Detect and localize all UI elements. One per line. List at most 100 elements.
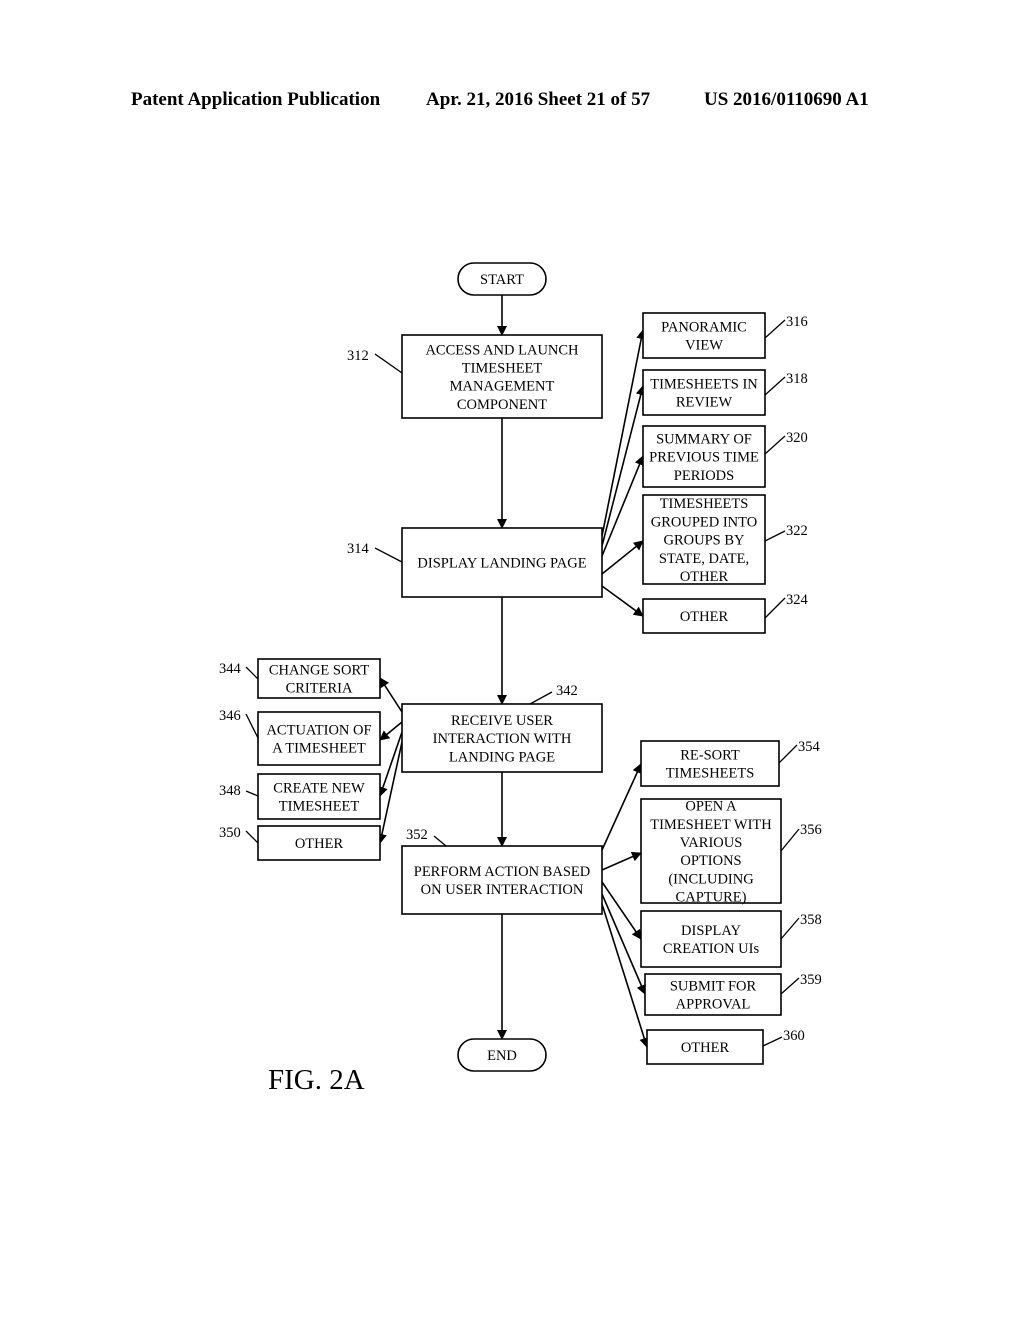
leader-line-358 (780, 917, 800, 940)
leader-line-350 (245, 830, 259, 844)
node-label-line: VARIOUS (680, 835, 743, 851)
leader-line-322 (764, 530, 786, 542)
arrow-n352-to-n358 (601, 881, 642, 940)
node-label-line: ACCESS AND LAUNCH (425, 342, 579, 358)
terminal-end: END (457, 1038, 547, 1072)
reference-numeral-348: 348 (219, 783, 241, 799)
reference-numeral-318: 318 (786, 371, 808, 387)
process-box-n354: RE-SORT TIMESHEETS (640, 740, 780, 787)
leader-line-354 (778, 744, 798, 764)
arrow-n342-to-n350 (377, 741, 403, 844)
arrow-n314-to-n318 (601, 385, 646, 547)
reference-numeral-360: 360 (783, 1028, 805, 1044)
node-label-line: GROUPED INTO (651, 514, 757, 530)
leader-line-360 (762, 1036, 783, 1047)
node-label-line: END (487, 1048, 517, 1064)
process-box-n360: OTHER (646, 1029, 764, 1065)
node-label-line: PREVIOUS TIME (649, 450, 759, 466)
leader-line-324 (764, 597, 786, 619)
leader-line-356 (780, 828, 800, 852)
process-box-n342: RECEIVE USER INTERACTION WITH LANDING PAGE (401, 703, 603, 773)
leader-line-352 (433, 835, 447, 847)
node-shape (257, 711, 381, 766)
reference-numeral-344: 344 (219, 661, 242, 677)
arrow-n342-to-n346 (379, 721, 403, 741)
reference-numeral-359: 359 (800, 972, 822, 988)
reference-numeral-358: 358 (800, 912, 822, 928)
terminal-start: START (457, 262, 547, 296)
arrow-n342-to-n344 (379, 677, 403, 713)
leader-line-314 (374, 547, 403, 563)
node-label-line: OTHER (680, 609, 729, 625)
leader-line-342 (529, 691, 553, 705)
node-shape (640, 910, 782, 968)
nodes-layer: START ACCESS AND LAUNCH TIMESHEET MANAGEMEN… (257, 262, 782, 1072)
process-box-n312: ACCESS AND LAUNCH TIMESHEET MANAGEMENT COMP… (401, 334, 603, 419)
leader-line-359 (780, 977, 800, 995)
node-label-line: STATE, DATE, (659, 551, 749, 567)
arrow-n314-to-n324 (601, 585, 644, 617)
reference-numeral-342: 342 (556, 683, 578, 699)
process-box-n346: ACTUATION OF A TIMESHEET (257, 711, 381, 766)
node-label-line: DISPLAY LANDING PAGE (417, 556, 586, 572)
arrow-n342-to-n348 (378, 731, 403, 797)
node-label-line: OPEN A (685, 799, 737, 815)
arrow-n352-to-n356 (601, 852, 642, 871)
reference-numeral-320: 320 (786, 430, 808, 446)
leader-line-316 (764, 319, 786, 339)
process-box-n322: TIMESHEETS GROUPED INTO GROUPS BY STATE, DA… (642, 494, 766, 585)
process-box-n356: OPEN A TIMESHEET WITH VARIOUS OPTIONS (INCLU… (640, 798, 782, 906)
node-label-line: SUBMIT FOR (670, 978, 757, 994)
node-label-line: OPTIONS (680, 853, 741, 869)
node-label-line: TIMESHEET WITH (650, 817, 772, 833)
node-label-line: VIEW (685, 338, 723, 354)
reference-numeral-314: 314 (347, 541, 370, 557)
node-label-line: LANDING PAGE (449, 749, 555, 765)
node-label-line: A TIMESHEET (272, 741, 366, 757)
node-label-line: OTHER (680, 569, 729, 585)
reference-numeral-352: 352 (406, 827, 428, 843)
node-label-line: START (480, 272, 524, 288)
node-label-line: TIMESHEETS IN (650, 376, 758, 392)
process-box-n359: SUBMIT FOR APPROVAL (644, 973, 782, 1016)
node-label-line: TIMESHEET (279, 799, 360, 815)
process-box-n352: PERFORM ACTION BASED ON USER INTERACTION (401, 845, 603, 915)
reference-numeral-354: 354 (798, 739, 821, 755)
process-box-n348: CREATE NEW TIMESHEET (257, 773, 381, 820)
reference-numeral-346: 346 (219, 708, 241, 724)
process-box-n316: PANORAMIC VIEW (642, 312, 766, 359)
node-label-line: COMPONENT (457, 397, 547, 413)
node-label-line: PERFORM ACTION BASED (414, 864, 590, 880)
reference-numeral-312: 312 (347, 348, 369, 364)
node-label-line: INTERACTION WITH (433, 731, 572, 747)
reference-numeral-356: 356 (800, 822, 822, 838)
arrow-n314-to-n322 (601, 540, 644, 575)
process-box-n318: TIMESHEETS IN REVIEW (642, 369, 766, 416)
node-label-line: CAPTURE) (676, 890, 747, 906)
arrow-n352-to-n354 (601, 763, 642, 851)
node-label-line: OTHER (295, 836, 344, 852)
node-label-line: DISPLAY (681, 923, 741, 939)
node-label-line: CREATION UIs (663, 941, 760, 957)
figure-label: FIG. 2A (268, 1064, 365, 1096)
process-box-n324: OTHER (642, 598, 766, 634)
reference-numeral-350: 350 (219, 825, 241, 841)
flowchart: START ACCESS AND LAUNCH TIMESHEET MANAGEMEN… (219, 262, 822, 1072)
node-label-line: ACTUATION OF (266, 722, 371, 738)
node-label-line: TIMESHEET (462, 360, 543, 376)
node-label-line: PANORAMIC (661, 319, 747, 335)
node-label-line: TIMESHEETS (666, 766, 755, 782)
node-label-line: CRITERIA (286, 681, 353, 697)
process-box-n314: DISPLAY LANDING PAGE (401, 527, 603, 598)
node-label-line: RECEIVE USER (451, 713, 553, 729)
process-box-n344: CHANGE SORT CRITERIA (257, 658, 381, 699)
node-label-line: CHANGE SORT (269, 662, 369, 678)
node-label-line: TIMESHEETS (660, 496, 749, 512)
reference-numeral-324: 324 (786, 592, 809, 608)
leader-line-320 (764, 435, 786, 455)
node-label-line: APPROVAL (676, 997, 751, 1013)
node-label-line: MANAGEMENT (450, 379, 555, 395)
node-label-line: OTHER (681, 1040, 730, 1056)
leader-line-348 (245, 790, 259, 797)
node-shape (401, 845, 603, 915)
